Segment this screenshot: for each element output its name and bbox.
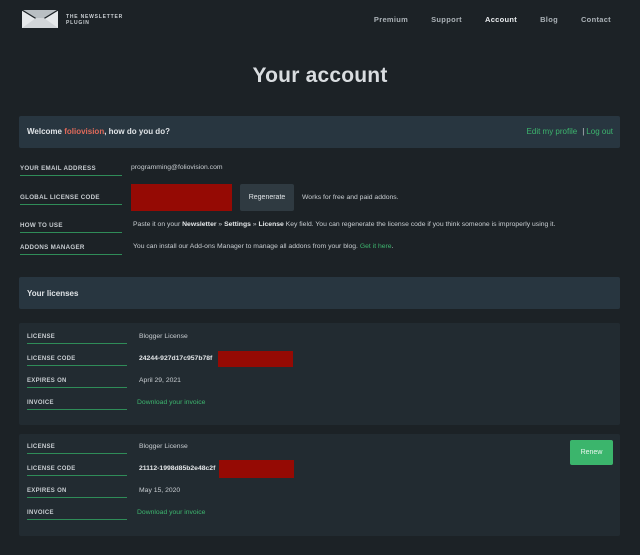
welcome-suffix: , how do you do? (104, 127, 170, 136)
license-note: Works for free and paid addons. (302, 194, 399, 201)
brand-line-2: PLUGIN (66, 20, 90, 26)
email-value: programming@foliovision.com (131, 164, 223, 171)
howto-license: License (258, 221, 284, 228)
invoice-label: INVOICE (27, 400, 127, 410)
license-type-value: Blogger License (139, 333, 188, 340)
get-it-here-link[interactable]: Get it here (360, 243, 392, 250)
license-code-label: LICENSE CODE (27, 466, 127, 476)
logout-link[interactable]: Log out (586, 127, 613, 136)
expires-label: EXPIRES ON (27, 488, 127, 498)
welcome-bar: Welcome foliovision, how do you do? Edit… (19, 116, 620, 148)
regenerate-button[interactable]: Regenerate (240, 184, 294, 211)
license-code-label: GLOBAL LICENSE CODE (20, 194, 122, 205)
expires-value: April 29, 2021 (139, 377, 181, 384)
email-label: YOUR EMAIL ADDRESS (20, 165, 122, 176)
licenses-title: Your licenses (27, 289, 79, 298)
redacted-code (218, 351, 293, 367)
account-links: Edit my profile | Log out (527, 127, 613, 136)
howto-newsletter: Newsletter (182, 221, 217, 228)
nav-premium[interactable]: Premium (374, 15, 408, 24)
expires-value: May 15, 2020 (139, 487, 181, 494)
licenses-header: Your licenses (19, 277, 620, 309)
envelope-logo-icon[interactable] (21, 9, 59, 33)
main-nav: Premium Support Account Blog Contact (351, 15, 611, 24)
expires-label: EXPIRES ON (27, 378, 127, 388)
addons-manager-text: You can install our Add-ons Manager to m… (133, 243, 393, 250)
link-separator: | (582, 127, 585, 136)
page-title: Your account (252, 64, 388, 87)
license-code-label: LICENSE CODE (27, 356, 127, 366)
howto-text-2: Key field. You can regenerate the licens… (283, 221, 556, 228)
site-header: THE NEWSLETTER PLUGIN Premium Support Ac… (0, 0, 640, 40)
redacted-license-code (131, 184, 232, 211)
download-invoice-link[interactable]: Download your invoice (137, 399, 205, 406)
addons-text: You can install our Add-ons Manager to m… (133, 243, 360, 250)
howto-settings: Settings (224, 221, 251, 228)
nav-contact[interactable]: Contact (581, 15, 611, 24)
license-card: LICENSE Blogger License LICENSE CODE 211… (19, 434, 620, 536)
license-type-value: Blogger License (139, 443, 188, 450)
license-type-label: LICENSE (27, 444, 127, 454)
welcome-prefix: Welcome (27, 127, 65, 136)
how-to-use-label: HOW TO USE (20, 222, 122, 233)
nav-blog[interactable]: Blog (540, 15, 558, 24)
username: foliovision (64, 127, 105, 136)
brand-name: THE NEWSLETTER PLUGIN (66, 14, 123, 26)
invoice-label: INVOICE (27, 510, 127, 520)
edit-profile-link[interactable]: Edit my profile (527, 127, 578, 136)
license-code-value: 24244-927d17c957b78f (139, 355, 213, 362)
nav-account[interactable]: Account (485, 15, 517, 24)
howto-text-1: Paste it on your (133, 221, 183, 228)
renew-button[interactable]: Renew (570, 440, 613, 465)
howto-arrow-1: » (216, 221, 225, 228)
license-type-label: LICENSE (27, 334, 127, 344)
addons-end: . (391, 243, 394, 250)
download-invoice-link[interactable]: Download your invoice (137, 509, 205, 516)
addons-manager-label: ADDONS MANAGER (20, 244, 122, 255)
license-code-value: 21112-1998d85b2e48c2f (139, 465, 216, 472)
redacted-code (219, 460, 294, 478)
nav-support[interactable]: Support (431, 15, 462, 24)
license-card: LICENSE Blogger License LICENSE CODE 242… (19, 323, 620, 425)
welcome-message: Welcome foliovision, how do you do? (27, 127, 170, 136)
how-to-use-text: Paste it on your Newsletter » Settings »… (133, 221, 555, 228)
